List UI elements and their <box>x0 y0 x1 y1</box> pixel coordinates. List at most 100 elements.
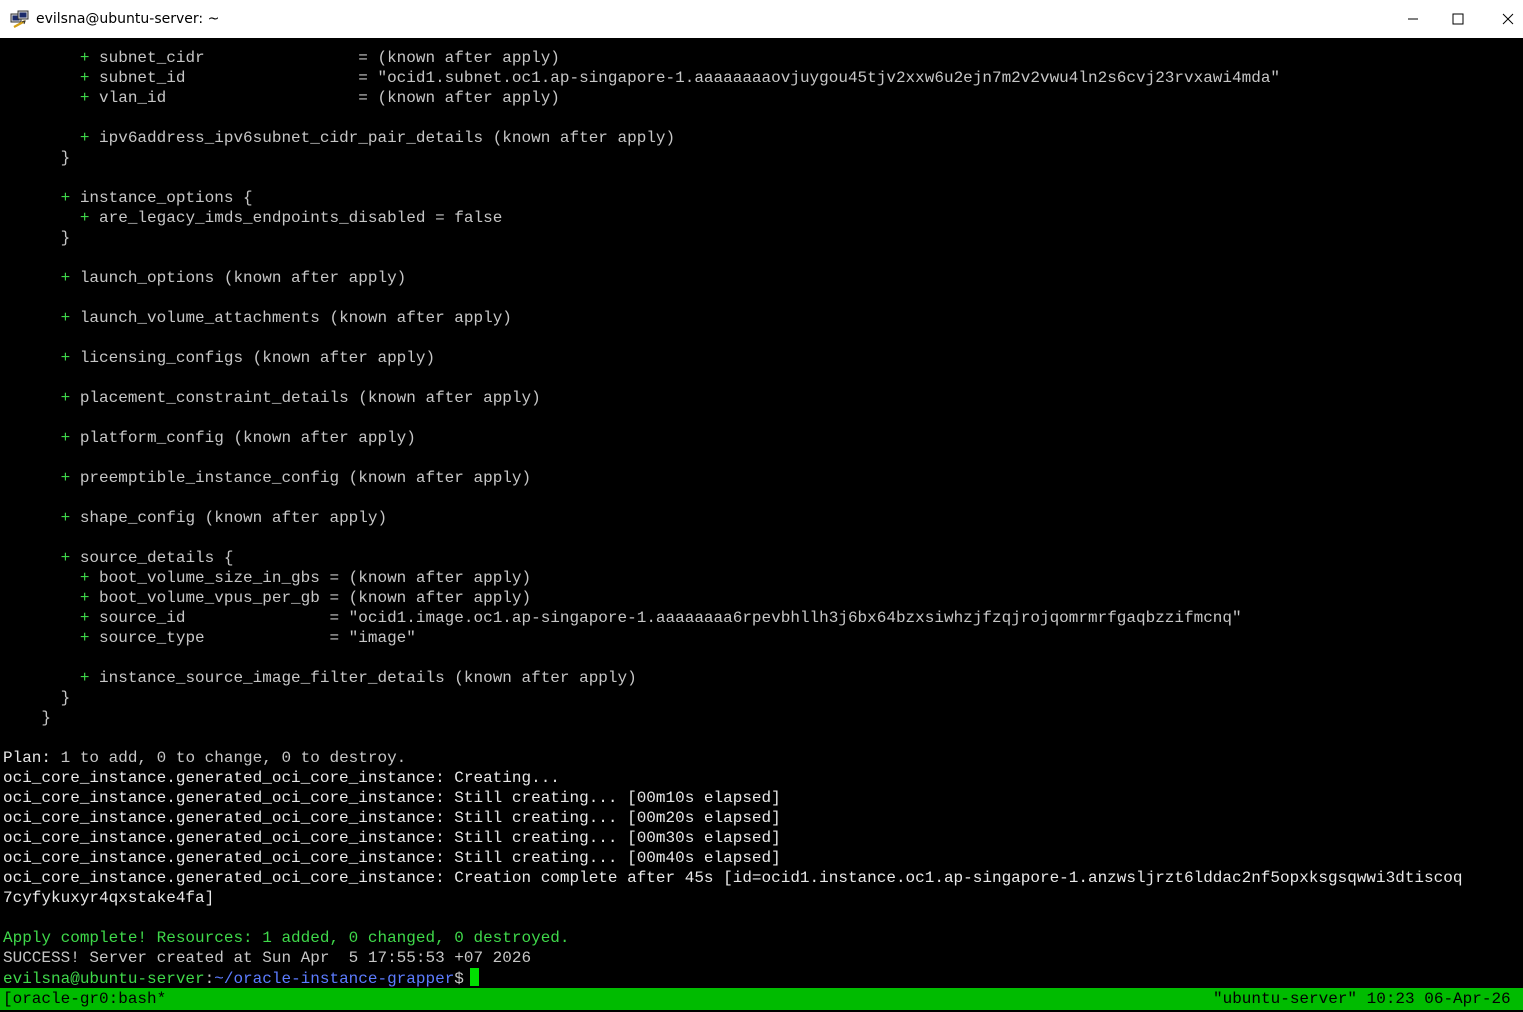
plus-marker: + <box>60 389 71 407</box>
plus-marker: + <box>60 309 71 327</box>
terminal-text: source_type = "image" <box>89 629 416 647</box>
terminal-line: + licensing_configs (known after apply) <box>3 348 435 368</box>
terminal-text: subnet_id = "ocid1.subnet.oc1.ap-singapo… <box>89 69 1281 87</box>
terminal-text: oci_core_instance.generated_oci_core_ins… <box>3 869 1463 887</box>
tmux-status-bar: [oracle-gr0:bash* "ubuntu-server" 10:23 … <box>0 988 1523 1010</box>
terminal-line: + boot_volume_vpus_per_gb = (known after… <box>3 588 531 608</box>
prompt-user-host: evilsna@ubuntu-server <box>3 970 205 988</box>
title-bar[interactable]: evilsna@ubuntu-server: ~ <box>0 0 1523 39</box>
terminal-line: + launch_options (known after apply) <box>3 268 407 288</box>
terminal-line: + launch_volume_attachments (known after… <box>3 308 512 328</box>
terminal-line: + source_id = "ocid1.image.oc1.ap-singap… <box>3 608 1242 628</box>
terminal-line: oci_core_instance.generated_oci_core_ins… <box>3 828 781 848</box>
terminal-text: vlan_id = (known after apply) <box>89 89 560 107</box>
terminal-text: launch_volume_attachments (known after a… <box>70 309 512 327</box>
terminal-text: 7cyfykuxyr4qxstake4fa] <box>3 889 215 907</box>
putty-icon[interactable] <box>10 10 30 28</box>
terminal-text: boot_volume_size_in_gbs = (known after a… <box>89 569 532 587</box>
terminal-window: evilsna@ubuntu-server: ~ + subnet_cidr =… <box>0 0 1523 1012</box>
minimize-icon <box>1408 18 1418 20</box>
terminal-text: oci_core_instance.generated_oci_core_ins… <box>3 849 781 867</box>
terminal-text: oci_core_instance.generated_oci_core_ins… <box>3 809 781 827</box>
terminal-line: } <box>3 148 71 168</box>
terminal-line: oci_core_instance.generated_oci_core_ins… <box>3 868 1462 888</box>
terminal-line: } <box>3 708 51 728</box>
terminal-line: oci_core_instance.generated_oci_core_ins… <box>3 788 781 808</box>
maximize-icon <box>1452 13 1464 25</box>
plus-marker: + <box>60 429 71 447</box>
plus-marker: + <box>79 209 90 227</box>
terminal-text: } <box>3 229 71 247</box>
terminal-line: + preemptible_instance_config (known aft… <box>3 468 531 488</box>
plus-marker: + <box>79 569 90 587</box>
terminal-line: + source_details { <box>3 548 234 568</box>
tmux-window-list[interactable]: [oracle-gr0:bash* <box>3 988 166 1010</box>
maximize-button[interactable] <box>1435 0 1481 38</box>
plus-marker: + <box>60 349 71 367</box>
terminal-line: + are_legacy_imds_endpoints_disabled = f… <box>3 208 502 228</box>
plus-marker: + <box>60 509 71 527</box>
shell-prompt[interactable]: evilsna@ubuntu-server:~/oracle-instance-… <box>3 968 479 988</box>
text-cursor <box>469 968 479 986</box>
terminal-text: shape_config (known after apply) <box>70 509 388 527</box>
terminal-text: SUCCESS! Server created at Sun Apr 5 17:… <box>3 949 532 967</box>
close-button[interactable] <box>1493 0 1523 38</box>
terminal-line: oci_core_instance.generated_oci_core_ins… <box>3 848 781 868</box>
terminal-line: oci_core_instance.generated_oci_core_ins… <box>3 768 560 788</box>
terminal-line: Plan: 1 to add, 0 to change, 0 to destro… <box>3 748 406 768</box>
terminal-text: preemptible_instance_config (known after… <box>70 469 532 487</box>
terminal-text: instance_source_image_filter_details (kn… <box>89 669 637 687</box>
terminal-text: boot_volume_vpus_per_gb = (known after a… <box>89 589 532 607</box>
terminal-text: platform_config (known after apply) <box>70 429 416 447</box>
terminal-line: oci_core_instance.generated_oci_core_ins… <box>3 808 781 828</box>
terminal-output[interactable]: + subnet_cidr = (known after apply) + su… <box>0 38 1523 988</box>
prompt-symbol: $ <box>454 970 464 988</box>
terminal-line: + platform_config (known after apply) <box>3 428 416 448</box>
terminal-line: } <box>3 228 71 248</box>
terminal-line: SUCCESS! Server created at Sun Apr 5 17:… <box>3 948 531 968</box>
terminal-line: + boot_volume_size_in_gbs = (known after… <box>3 568 531 588</box>
plus-marker: + <box>79 49 90 67</box>
terminal-line: Apply complete! Resources: 1 added, 0 ch… <box>3 928 570 948</box>
plus-marker: + <box>79 609 90 627</box>
terminal-line: + placement_constraint_details (known af… <box>3 388 541 408</box>
plus-marker: + <box>60 549 71 567</box>
minimize-button[interactable] <box>1390 0 1436 38</box>
terminal-text: oci_core_instance.generated_oci_core_ins… <box>3 829 781 847</box>
plus-marker: + <box>60 269 71 287</box>
plus-marker: + <box>79 89 90 107</box>
terminal-text: placement_constraint_details (known afte… <box>70 389 541 407</box>
terminal-line: + instance_options { <box>3 188 253 208</box>
terminal-text: instance_options { <box>70 189 253 207</box>
terminal-text: } <box>3 149 71 167</box>
plus-marker: + <box>60 469 71 487</box>
plus-marker: + <box>79 669 90 687</box>
plus-marker: + <box>79 69 90 87</box>
terminal-text: } <box>3 709 52 727</box>
window-title: evilsna@ubuntu-server: ~ <box>36 11 220 27</box>
terminal-text: launch_options (known after apply) <box>70 269 407 287</box>
terminal-line: + ipv6address_ipv6subnet_cidr_pair_detai… <box>3 128 675 148</box>
terminal-text: ipv6address_ipv6subnet_cidr_pair_details… <box>89 129 676 147</box>
tmux-status-right: "ubuntu-server" 10:23 06-Apr-26 <box>1213 990 1511 1008</box>
plus-marker: + <box>79 129 90 147</box>
terminal-text: oci_core_instance.generated_oci_core_ins… <box>3 769 560 787</box>
terminal-line: + instance_source_image_filter_details (… <box>3 668 637 688</box>
terminal-line: + vlan_id = (known after apply) <box>3 88 560 108</box>
terminal-text: oci_core_instance.generated_oci_core_ins… <box>3 789 781 807</box>
